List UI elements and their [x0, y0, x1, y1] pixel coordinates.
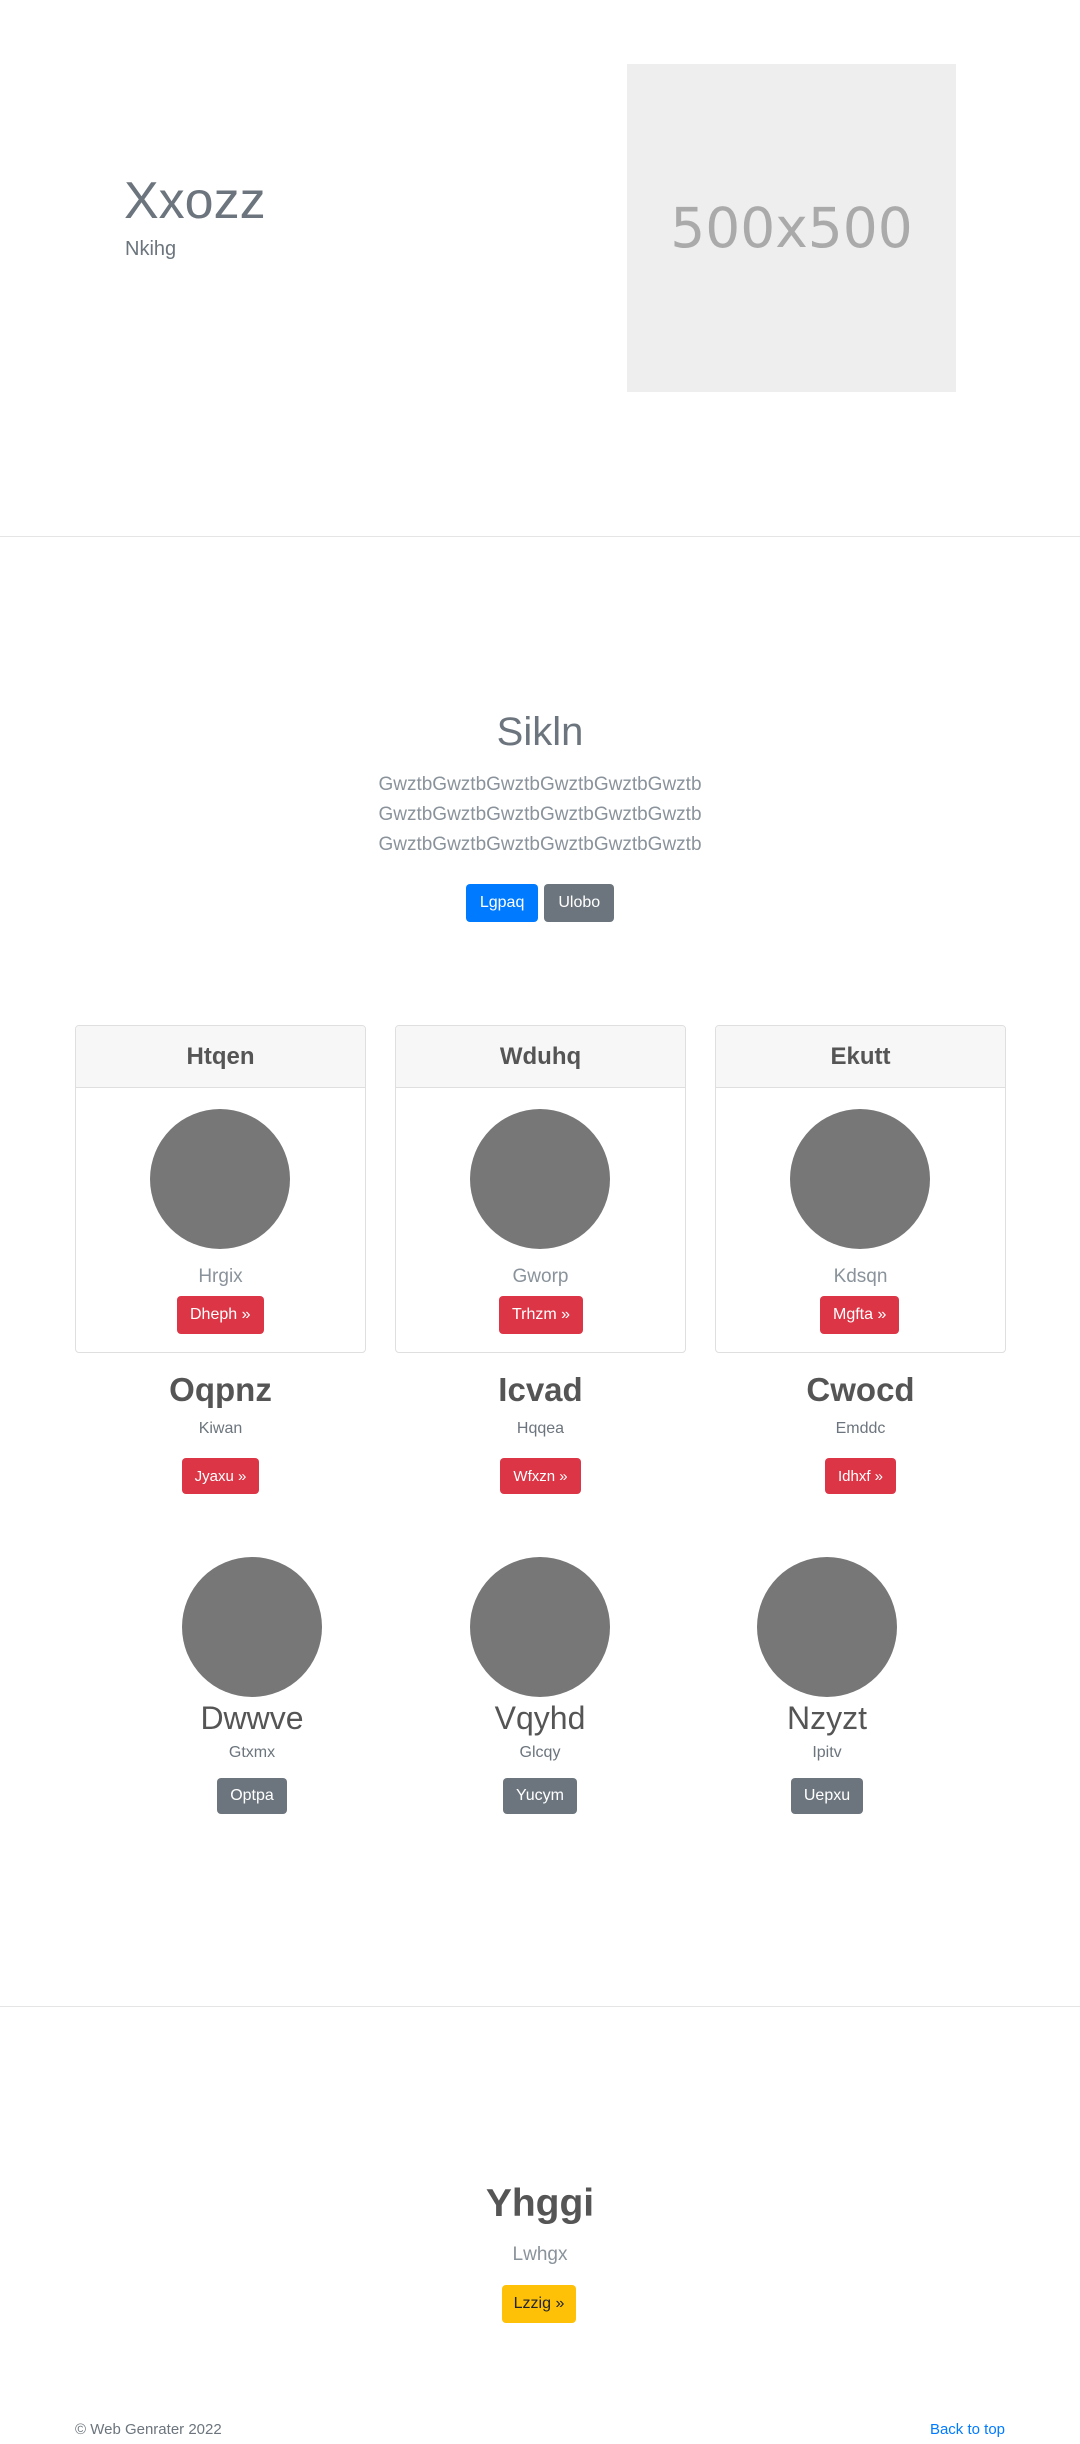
card-header: Ekutt	[716, 1026, 1005, 1088]
avatar-placeholder	[790, 1109, 930, 1249]
card: Htqen Hrgix Dheph »	[75, 1025, 366, 1353]
feature-column: Oqpnz Kiwan Jyaxu »	[75, 1370, 366, 1494]
profile-title: Vqyhd	[494, 1700, 586, 1736]
profile-column: Dwwve Gtxmx Optpa	[152, 1557, 352, 1814]
feature-button[interactable]: Wfxzn »	[500, 1458, 581, 1494]
card: Wduhq Gworp Trhzm »	[395, 1025, 686, 1353]
jumbotron-line: GwztbGwztbGwztbGwztbGwztbGwztb	[378, 774, 702, 795]
jumbotron-line: GwztbGwztbGwztbGwztbGwztbGwztb	[378, 834, 702, 855]
cta-subtitle: Lwhgx	[512, 2244, 568, 2265]
card-button[interactable]: Mgfta »	[820, 1296, 900, 1334]
feature-subtitle: Kiwan	[198, 1420, 243, 1437]
card-header: Htqen	[76, 1026, 365, 1088]
footer-copyright: © Web Genrater 2022	[75, 2421, 222, 2438]
jumbotron-text: GwztbGwztbGwztbGwztbGwztbGwztb GwztbGwzt…	[0, 770, 1080, 860]
hero-image-label: 500x500	[670, 196, 913, 260]
hero-subtitle: Nkihg	[125, 238, 177, 260]
profile-subtitle: Ipitv	[812, 1744, 842, 1761]
card-label: Kdsqn	[833, 1266, 888, 1287]
profile-button[interactable]: Yucym	[502, 1778, 577, 1814]
avatar-placeholder	[182, 1557, 322, 1697]
profile-button[interactable]: Uepxu	[790, 1778, 864, 1814]
profile-title: Nzyzt	[787, 1700, 867, 1736]
jumbotron-title: Sikln	[496, 710, 584, 754]
profile-button[interactable]: Optpa	[217, 1778, 287, 1814]
section-divider	[0, 2006, 1080, 2007]
hero-title: Xxozz	[124, 172, 266, 230]
jumbotron-line: GwztbGwztbGwztbGwztbGwztbGwztb	[378, 804, 702, 825]
jumbotron-primary-button[interactable]: Lgpaq	[465, 884, 539, 922]
cta-button[interactable]: Lzzig »	[502, 2285, 576, 2323]
feature-subtitle: Hqqea	[516, 1420, 565, 1437]
feature-button[interactable]: Idhxf »	[824, 1458, 897, 1494]
card-label: Hrgix	[198, 1266, 243, 1287]
jumbotron-secondary-button[interactable]: Ulobo	[544, 884, 615, 922]
hero-placeholder-image: 500x500	[627, 64, 956, 392]
card: Ekutt Kdsqn Mgfta »	[715, 1025, 1006, 1353]
cta-title: Yhggi	[485, 2182, 595, 2225]
feature-title: Cwocd	[806, 1371, 915, 1408]
feature-button[interactable]: Jyaxu »	[181, 1458, 260, 1494]
back-to-top-link[interactable]: Back to top	[930, 2421, 1005, 2438]
avatar-placeholder	[470, 1557, 610, 1697]
profile-subtitle: Gtxmx	[228, 1744, 276, 1761]
section-divider	[0, 536, 1080, 537]
profile-column: Vqyhd Glcqy Yucym	[440, 1557, 640, 1814]
hero-section: Xxozz Nkihg 500x500	[0, 0, 1080, 536]
jumbotron-buttons: Lgpaq Ulobo	[0, 884, 1080, 922]
card-button[interactable]: Trhzm »	[499, 1296, 584, 1334]
avatar-placeholder	[757, 1557, 897, 1697]
profile-column: Nzyzt Ipitv Uepxu	[727, 1557, 927, 1814]
feature-column: Icvad Hqqea Wfxzn »	[395, 1370, 686, 1494]
card-button[interactable]: Dheph »	[177, 1296, 264, 1334]
profile-subtitle: Glcqy	[519, 1744, 561, 1761]
feature-title: Icvad	[498, 1371, 583, 1408]
card-header: Wduhq	[396, 1026, 685, 1088]
feature-subtitle: Emddc	[835, 1420, 886, 1437]
feature-column: Cwocd Emddc Idhxf »	[715, 1370, 1006, 1494]
avatar-placeholder	[470, 1109, 610, 1249]
feature-title: Oqpnz	[169, 1371, 272, 1408]
card-label: Gworp	[512, 1266, 569, 1287]
profile-title: Dwwve	[200, 1700, 304, 1736]
avatar-placeholder	[150, 1109, 290, 1249]
